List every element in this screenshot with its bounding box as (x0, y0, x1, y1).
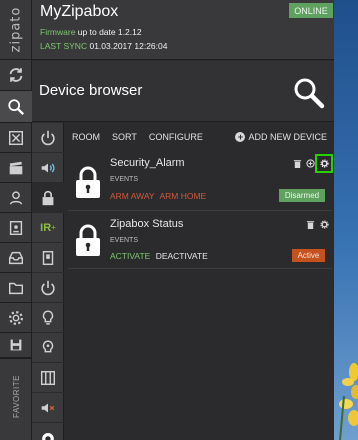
sort-button[interactable]: SORT (112, 132, 137, 142)
favorite-tab[interactable]: FAVORITE (0, 358, 32, 434)
category-onoff[interactable] (32, 273, 64, 303)
nav-settings-button[interactable] (0, 303, 32, 333)
sync-button[interactable] (0, 60, 32, 91)
desktop-background (334, 0, 358, 440)
list-item[interactable]: Zipabox Status EVENTS ACTIVATE DEACTIVAT… (68, 211, 332, 269)
nav-rules-button[interactable] (0, 123, 32, 153)
nav-files-button[interactable] (0, 273, 32, 303)
gear-icon[interactable] (319, 159, 329, 168)
device-list-panel: ROOM SORT CONFIGURE + ADD NEW DEVICE Secu… (64, 123, 334, 440)
flower-decoration (339, 363, 358, 440)
events-link[interactable]: EVENTS (110, 176, 138, 183)
room-filter[interactable]: ROOM (72, 132, 100, 142)
bulb-icon (42, 340, 54, 352)
trash-icon[interactable] (293, 159, 302, 168)
search-icon[interactable] (292, 76, 326, 110)
main-sidebar: zipato FAVORITE (0, 0, 32, 440)
app-header: MyZipabox ONLINE Firmware up to date 1.2… (32, 0, 334, 60)
category-ir[interactable]: IR + (32, 213, 64, 243)
status-badge: Disarmed (279, 189, 325, 202)
online-status-badge: ONLINE (289, 3, 333, 18)
status-badge: Active (292, 249, 325, 262)
category-switch[interactable] (32, 243, 64, 273)
app-title: MyZipabox (40, 3, 119, 20)
refresh-icon (9, 68, 23, 82)
nav-scenes-button[interactable] (0, 153, 32, 183)
category-sidebar: IR + (32, 123, 64, 440)
power-icon (41, 280, 55, 295)
add-circle-icon[interactable] (306, 159, 315, 168)
device-name: Zipabox Status (110, 218, 184, 230)
zipato-logo: zipato (0, 0, 32, 60)
favorite-label: FAVORITE (11, 375, 21, 418)
category-mute[interactable] (32, 393, 64, 423)
activate-button[interactable]: ACTIVATE (110, 251, 150, 261)
list-toolbar: ROOM SORT CONFIGURE + ADD NEW DEVICE (64, 123, 334, 151)
device-name: Security_Alarm (110, 157, 185, 169)
brand-text: zipato (8, 6, 24, 53)
plus-icon: + (235, 132, 246, 142)
firmware-text: up to date 1.2.12 (77, 27, 142, 37)
lock-icon (42, 190, 54, 205)
category-climate[interactable] (32, 423, 64, 440)
search-nav-button[interactable] (0, 91, 32, 123)
add-new-device-button[interactable]: + ADD NEW DEVICE (235, 132, 327, 142)
folder-icon (8, 282, 24, 294)
rules-icon (8, 130, 24, 145)
category-audio[interactable] (32, 153, 64, 183)
padlock-icon (76, 224, 100, 256)
device-actions: ACTIVATE DEACTIVATE (110, 251, 208, 261)
nav-users-button[interactable] (0, 183, 32, 213)
category-security[interactable] (32, 183, 64, 213)
firmware-info: Firmware up to date 1.2.12 (40, 27, 142, 37)
device-actions: ARM AWAY ARM HOME (110, 191, 209, 201)
thermostat-icon (42, 433, 54, 440)
ir-plus-icon: + (51, 223, 56, 232)
category-power[interactable] (32, 123, 64, 153)
nav-storage-button[interactable] (0, 333, 32, 358)
power-icon (41, 130, 55, 145)
gear-icon (9, 310, 23, 325)
speaker-mute-icon (41, 403, 55, 412)
bulb-icon (42, 310, 54, 325)
clapperboard-icon (9, 161, 23, 174)
floppy-icon (10, 339, 22, 351)
category-dimmers[interactable] (32, 333, 64, 363)
search-icon (8, 98, 25, 115)
category-lights[interactable] (32, 303, 64, 333)
speaker-icon (41, 162, 55, 173)
users-icon (9, 190, 23, 205)
category-blinds[interactable] (32, 363, 64, 393)
device-browser-header: Device browser (32, 61, 334, 122)
list-item[interactable]: Security_Alarm EVENTS ARM AWAY ARM HOME … (68, 151, 333, 211)
sync-text: 01.03.2017 12:26:04 (89, 41, 168, 51)
padlock-icon (76, 166, 100, 198)
last-sync-info: LAST SYNC 01.03.2017 12:26:04 (40, 41, 167, 51)
page-title: Device browser (39, 82, 143, 99)
firmware-label: Firmware (40, 27, 76, 37)
inbox-icon (8, 251, 24, 264)
events-link[interactable]: EVENTS (110, 237, 138, 244)
trash-icon[interactable] (306, 220, 315, 229)
nav-contacts-button[interactable] (0, 213, 32, 243)
ir-label: IR (40, 221, 52, 234)
switch-icon (42, 250, 54, 265)
arm-away-button[interactable]: ARM AWAY (110, 191, 155, 201)
gear-icon[interactable] (319, 220, 329, 229)
deactivate-button[interactable]: DEACTIVATE (156, 251, 208, 261)
arm-home-button[interactable]: ARM HOME (159, 191, 206, 201)
blinds-icon (40, 370, 56, 385)
sync-label: LAST SYNC (40, 41, 88, 51)
add-device-label: ADD NEW DEVICE (248, 132, 327, 142)
configure-button[interactable]: CONFIGURE (149, 132, 203, 142)
nav-messages-button[interactable] (0, 243, 32, 273)
contact-card-icon (9, 220, 23, 235)
